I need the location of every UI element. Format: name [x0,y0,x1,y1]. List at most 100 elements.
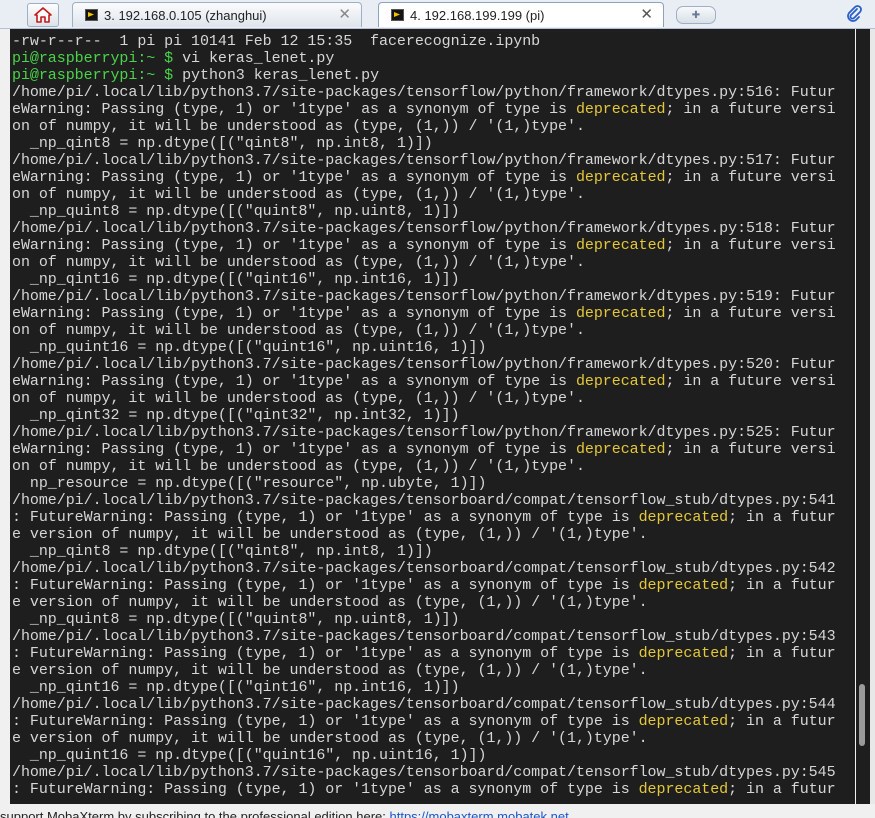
terminal-line: _np_qint8 = np.dtype([("qint8", np.int8,… [12,135,855,152]
terminal-output[interactable]: -rw-r--r-- 1 pi pi 10141 Feb 12 15:35 fa… [10,29,855,804]
terminal-text-span: eWarning: Passing (type, 1) or '1type' a… [12,305,576,322]
terminal-line: _np_qint16 = np.dtype([("qint16", np.int… [12,679,855,696]
terminal-text-span: e version of numpy, it will be understoo… [12,526,648,543]
terminal-line: on of numpy, it will be understood as (t… [12,186,855,203]
terminal-icon [85,9,98,21]
terminal-line: /home/pi/.local/lib/python3.7/site-packa… [12,696,855,713]
new-tab-icon: ✚ [691,9,701,21]
paperclip-icon [847,5,862,22]
terminal-text-span: on of numpy, it will be understood as (t… [12,322,585,339]
highlighted-word: deprecated [638,577,729,594]
terminal-line: eWarning: Passing (type, 1) or '1type' a… [12,169,855,186]
terminal-line: _np_quint8 = np.dtype([("quint8", np.uin… [12,611,855,628]
terminal-text-span: _np_qint8 = np.dtype([("qint8", np.int8,… [12,135,433,152]
terminal-line: : FutureWarning: Passing (type, 1) or '1… [12,509,855,526]
terminal-line: eWarning: Passing (type, 1) or '1type' a… [12,373,855,390]
terminal-text-span: _np_qint16 = np.dtype([("qint16", np.int… [12,679,460,696]
close-icon[interactable]: ✕ [338,6,351,24]
terminal-line: -rw-r--r-- 1 pi pi 10141 Feb 12 15:35 fa… [12,33,855,50]
shell-prompt: pi@raspberrypi:~ $ [12,50,174,67]
highlighted-word: deprecated [575,169,666,186]
highlighted-word: deprecated [575,237,666,254]
terminal-text-span: /home/pi/.local/lib/python3.7/site-packa… [12,492,836,509]
terminal-text: -rw-r--r-- 1 pi pi 10141 Feb 12 15:35 fa… [12,33,855,798]
terminal-scrollbar[interactable] [856,29,870,804]
terminal-line: /home/pi/.local/lib/python3.7/site-packa… [12,424,855,441]
terminal-text-span: ; in a future versi [665,169,836,186]
terminal-text-span: _np_qint16 = np.dtype([("qint16", np.int… [12,271,460,288]
terminal-text-span: eWarning: Passing (type, 1) or '1type' a… [12,441,576,458]
terminal-text-span: eWarning: Passing (type, 1) or '1type' a… [12,101,576,118]
terminal-text-span: /home/pi/.local/lib/python3.7/site-packa… [12,152,836,169]
terminal-text-span: /home/pi/.local/lib/python3.7/site-packa… [12,696,836,713]
terminal-text-span: /home/pi/.local/lib/python3.7/site-packa… [12,628,836,645]
terminal-text-span: e version of numpy, it will be understoo… [12,730,648,747]
terminal-line: /home/pi/.local/lib/python3.7/site-packa… [12,560,855,577]
terminal-text-span: _np_quint8 = np.dtype([("quint8", np.uin… [12,203,460,220]
terminal-line: /home/pi/.local/lib/python3.7/site-packa… [12,356,855,373]
terminal-line: : FutureWarning: Passing (type, 1) or '1… [12,781,855,798]
terminal-text-span: vi keras_lenet.py [173,50,335,67]
terminal-line: on of numpy, it will be understood as (t… [12,118,855,135]
terminal-line: /home/pi/.local/lib/python3.7/site-packa… [12,84,855,101]
terminal-text-span: on of numpy, it will be understood as (t… [12,390,585,407]
terminal-text-span: ; in a futur [728,645,836,662]
close-icon[interactable]: ✕ [640,6,653,24]
highlighted-word: deprecated [575,305,666,322]
status-text: support MobaXterm by subscribing to the … [0,809,390,818]
terminal-line: /home/pi/.local/lib/python3.7/site-packa… [12,220,855,237]
terminal-line: /home/pi/.local/lib/python3.7/site-packa… [12,492,855,509]
terminal-text-span: ; in a future versi [665,237,836,254]
home-button[interactable] [27,3,59,27]
scrollbar-thumb[interactable] [859,684,865,746]
window-edge [870,29,875,804]
terminal-icon [391,9,404,21]
terminal-line: : FutureWarning: Passing (type, 1) or '1… [12,577,855,594]
terminal-line: /home/pi/.local/lib/python3.7/site-packa… [12,764,855,781]
terminal-text-span: ; in a future versi [665,305,836,322]
terminal-line: : FutureWarning: Passing (type, 1) or '1… [12,645,855,662]
terminal-text-span: _np_quint8 = np.dtype([("quint8", np.uin… [12,611,460,628]
terminal-line: /home/pi/.local/lib/python3.7/site-packa… [12,288,855,305]
terminal-text-span: /home/pi/.local/lib/python3.7/site-packa… [12,356,836,373]
highlighted-word: deprecated [575,373,666,390]
terminal-text-span: ; in a future versi [665,441,836,458]
attach-button[interactable] [844,4,864,24]
terminal-line: _np_qint16 = np.dtype([("qint16", np.int… [12,271,855,288]
terminal-line: eWarning: Passing (type, 1) or '1type' a… [12,441,855,458]
terminal-line: pi@raspberrypi:~ $ vi keras_lenet.py [12,50,855,67]
highlighted-word: deprecated [638,781,729,798]
terminal-line: _np_quint16 = np.dtype([("quint16", np.u… [12,747,855,764]
terminal-text-span: python3 keras_lenet.py [173,67,380,84]
terminal-line: _np_qint8 = np.dtype([("qint8", np.int8,… [12,543,855,560]
terminal-text-span: /home/pi/.local/lib/python3.7/site-packa… [12,220,836,237]
terminal-text-span: /home/pi/.local/lib/python3.7/site-packa… [12,560,836,577]
terminal-text-span: : FutureWarning: Passing (type, 1) or '1… [12,713,639,730]
terminal-line: on of numpy, it will be understood as (t… [12,322,855,339]
terminal-text-span: : FutureWarning: Passing (type, 1) or '1… [12,781,639,798]
terminal-text-span: eWarning: Passing (type, 1) or '1type' a… [12,169,576,186]
terminal-text-span: eWarning: Passing (type, 1) or '1type' a… [12,237,576,254]
terminal-text-span: : FutureWarning: Passing (type, 1) or '1… [12,645,639,662]
terminal-text-span: _np_qint32 = np.dtype([("qint32", np.int… [12,407,460,424]
shell-prompt: pi@raspberrypi:~ $ [12,67,174,84]
mobaxterm-link[interactable]: https://mobaxterm.mobatek.net [390,809,569,818]
highlighted-word: deprecated [575,441,666,458]
terminal-text-span: on of numpy, it will be understood as (t… [12,118,585,135]
terminal-line: e version of numpy, it will be understoo… [12,662,855,679]
highlighted-word: deprecated [638,509,729,526]
terminal-line: eWarning: Passing (type, 1) or '1type' a… [12,237,855,254]
new-tab-button[interactable]: ✚ [676,6,716,24]
terminal-line: np_resource = np.dtype([("resource", np.… [12,475,855,492]
terminal-text-span: _np_quint16 = np.dtype([("quint16", np.u… [12,339,487,356]
terminal-text-span: e version of numpy, it will be understoo… [12,662,648,679]
terminal-text-span: /home/pi/.local/lib/python3.7/site-packa… [12,424,836,441]
tab-session-3[interactable]: 3. 192.168.0.105 (zhanghui) ✕ [72,2,362,27]
terminal-text-span: /home/pi/.local/lib/python3.7/site-packa… [12,288,836,305]
highlighted-word: deprecated [638,713,729,730]
tab-label: 3. 192.168.0.105 (zhanghui) [104,7,267,23]
terminal-line: _np_quint16 = np.dtype([("quint16", np.u… [12,339,855,356]
terminal-text-span: ; in a futur [728,509,836,526]
tab-session-4[interactable]: 4. 192.168.199.199 (pi) ✕ [378,2,664,27]
terminal-text-span: ; in a futur [728,713,836,730]
